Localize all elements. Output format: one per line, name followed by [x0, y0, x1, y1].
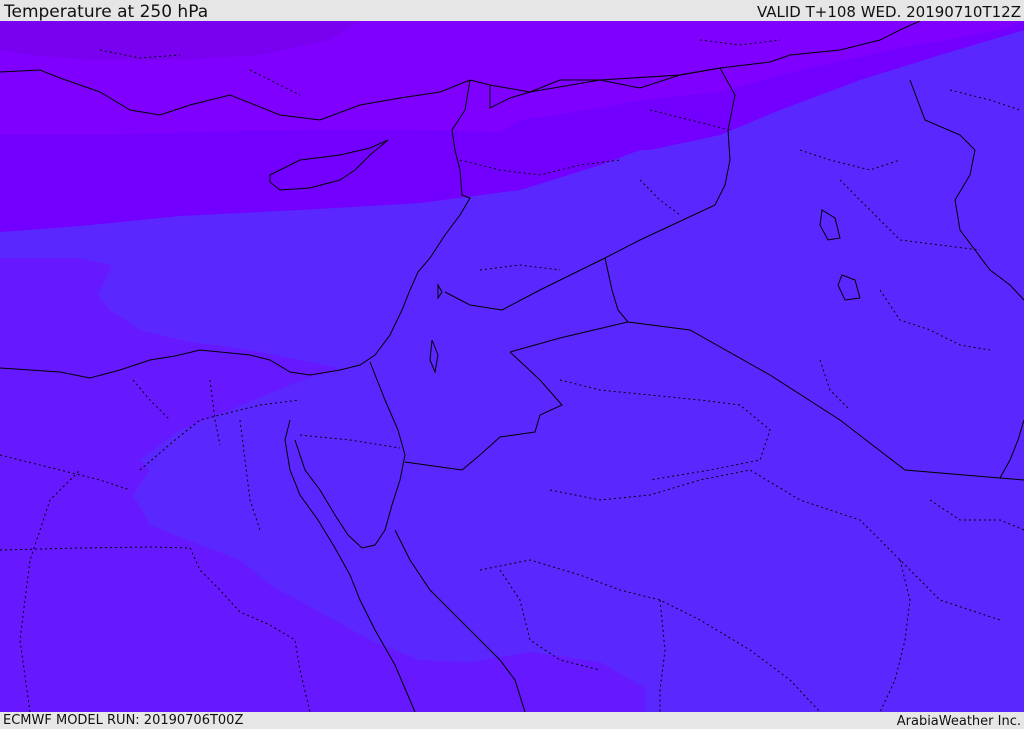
- temperature-map-svg: [0, 21, 1024, 712]
- header-bar: Temperature at 250 hPa VALID T+108 WED. …: [0, 0, 1024, 21]
- model-run-label: ECMWF MODEL RUN: 20190706T00Z: [3, 713, 244, 728]
- map-title: Temperature at 250 hPa: [4, 2, 209, 22]
- footer-bar: ECMWF MODEL RUN: 20190706T00Z ArabiaWeat…: [0, 712, 1024, 729]
- valid-time: VALID T+108 WED. 20190710T12Z: [756, 3, 1021, 21]
- brand-label: ArabiaWeather Inc.: [896, 714, 1021, 729]
- weather-map[interactable]: [0, 21, 1024, 712]
